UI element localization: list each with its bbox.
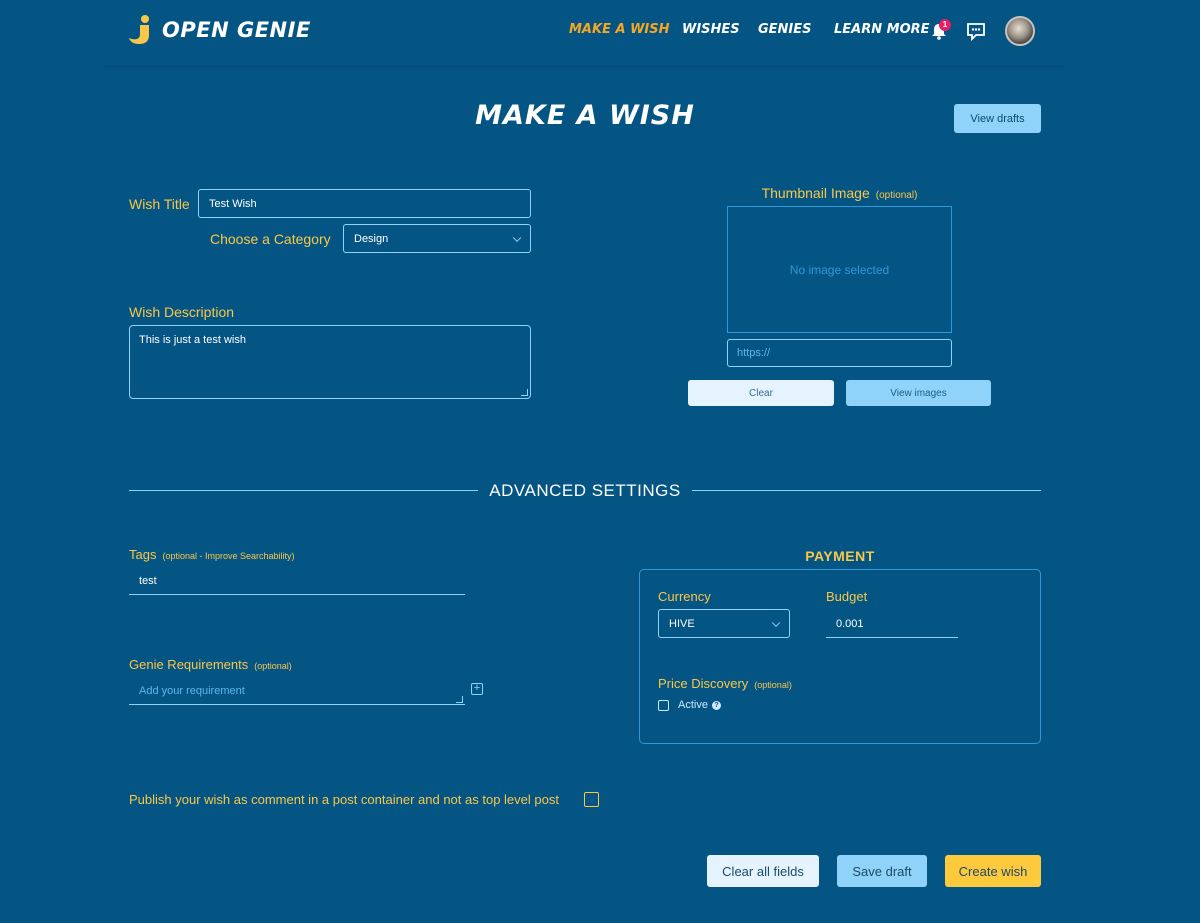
notification-badge: 1 (939, 19, 951, 31)
view-drafts-button[interactable]: View drafts (954, 104, 1041, 133)
header-divider (104, 66, 1064, 67)
clear-all-fields-button[interactable]: Clear all fields (707, 855, 819, 887)
thumbnail-label: Thumbnail Image (761, 185, 870, 201)
tags-heading: Tags (optional - Improve Searchability) (129, 546, 295, 564)
logo-text: OPEN GENIE (162, 18, 311, 42)
category-label: Choose a Category (210, 231, 331, 247)
requirements-heading: Genie Requirements (optional) (129, 656, 292, 674)
save-draft-button[interactable]: Save draft (837, 855, 927, 887)
category-value: Design (354, 232, 389, 245)
price-discovery-heading: Price Discovery (optional) (658, 675, 792, 693)
publish-label: Publish your wish as comment in a post c… (129, 792, 559, 807)
advanced-settings-title: ADVANCED SETTINGS (489, 481, 681, 500)
logo[interactable]: OPEN GENIE (128, 14, 311, 46)
budget-label: Budget (826, 589, 868, 604)
currency-label: Currency (658, 589, 711, 604)
nav-make-a-wish[interactable]: MAKE A WISH (569, 22, 669, 37)
requirement-resize-icon[interactable] (456, 696, 463, 703)
currency-value: HIVE (669, 617, 695, 630)
help-icon[interactable]: ? (711, 700, 721, 710)
separator-left (129, 490, 478, 491)
thumbnail-heading: Thumbnail Image (optional) (727, 185, 952, 203)
description-textarea[interactable]: This is just a test wish (129, 325, 531, 399)
thumbnail-optional: (optional) (875, 190, 918, 201)
price-discovery-label: Price Discovery (658, 676, 749, 691)
requirements-label: Genie Requirements (129, 657, 249, 672)
active-checkbox[interactable] (658, 700, 669, 711)
genie-logo-icon (128, 14, 154, 46)
no-image-text: No image selected (789, 262, 890, 277)
active-label: Active (678, 699, 708, 711)
avatar[interactable] (1005, 16, 1035, 46)
view-images-button[interactable]: View images (846, 380, 991, 406)
requirement-input[interactable]: Add your requirement (129, 677, 465, 705)
publish-checkbox[interactable] (584, 792, 599, 807)
clear-image-button[interactable]: Clear (688, 380, 834, 406)
nav-learn-more[interactable]: LEARN MORE (834, 22, 930, 37)
wish-title-input[interactable]: Test Wish (198, 189, 531, 218)
resize-handle-icon[interactable] (521, 389, 528, 396)
description-value: This is just a test wish (139, 334, 246, 346)
tags-input[interactable]: test (129, 567, 465, 595)
currency-select[interactable]: HIVE (658, 609, 790, 638)
requirements-optional: (optional) (254, 661, 292, 671)
add-requirement-icon[interactable]: + (471, 683, 483, 695)
thumbnail-preview[interactable]: No image selected (727, 206, 952, 333)
chevron-down-icon (512, 233, 522, 242)
nav-genies[interactable]: GENIES (758, 22, 812, 37)
chat-icon[interactable] (966, 21, 986, 42)
separator-right (692, 490, 1041, 491)
chevron-down-icon (771, 618, 781, 627)
price-discovery-optional: (optional) (754, 680, 792, 690)
description-label: Wish Description (129, 304, 235, 320)
tags-label: Tags (129, 547, 157, 562)
budget-input[interactable]: 0.001 (826, 610, 958, 638)
tags-optional: (optional - Improve Searchability) (162, 551, 295, 561)
create-wish-button[interactable]: Create wish (945, 855, 1041, 887)
payment-title: PAYMENT (805, 548, 875, 564)
nav-wishes[interactable]: WISHES (682, 22, 740, 37)
category-select[interactable]: Design (343, 224, 531, 253)
active-label-wrap: Active ? (678, 699, 721, 711)
thumbnail-url-input[interactable]: https:// (727, 339, 952, 367)
wish-title-label: Wish Title (129, 196, 190, 212)
